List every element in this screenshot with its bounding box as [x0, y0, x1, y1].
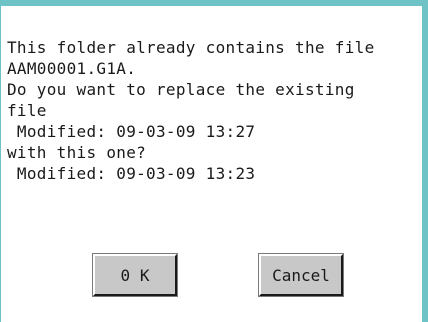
dialog-message: This folder already contains the file AA… — [7, 37, 417, 184]
new-file-modified: Modified: 09-03-09 13:23 — [7, 164, 256, 183]
replace-file-dialog: This folder already contains the file AA… — [0, 0, 428, 322]
message-line: AAM00001.G1A. — [7, 59, 137, 78]
ok-button[interactable]: 0 K — [92, 253, 178, 297]
message-line: file — [7, 101, 47, 120]
message-line: with this one? — [7, 143, 147, 162]
message-line: This folder already contains the file — [7, 38, 375, 57]
existing-file-modified: Modified: 09-03-09 13:27 — [7, 122, 256, 141]
cancel-button[interactable]: Cancel — [258, 253, 344, 297]
message-line: Do you want to replace the existing — [7, 80, 355, 99]
